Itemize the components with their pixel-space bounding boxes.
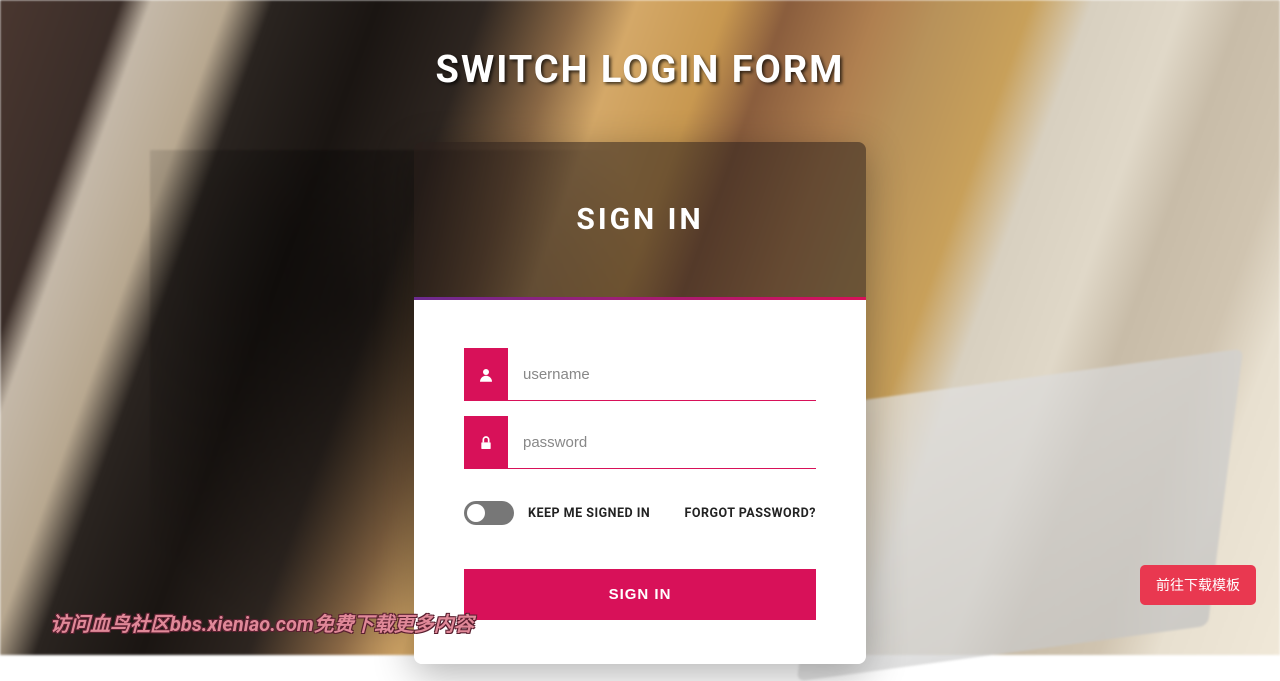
watermark-text: 访问血鸟社区bbs.xieniao.com免费下载更多内容 [50,608,474,637]
card-body: KEEP ME SIGNED IN FORGOT PASSWORD? SIGN … [414,300,866,664]
keep-signed-label: KEEP ME SIGNED IN [528,506,650,521]
password-group [464,416,816,469]
password-input[interactable] [508,416,816,469]
lock-icon [464,416,508,469]
page-title: SWITCH LOGIN FORM [436,48,845,92]
sign-in-button[interactable]: SIGN IN [464,569,816,620]
keep-signed-group: KEEP ME SIGNED IN [464,501,650,525]
username-group [464,348,816,401]
keep-signed-toggle[interactable] [464,501,514,525]
options-row: KEEP ME SIGNED IN FORGOT PASSWORD? [464,501,816,525]
login-card: SIGN IN KEEP ME [414,142,866,664]
card-header-title: SIGN IN [576,202,703,237]
username-input[interactable] [508,348,816,401]
forgot-password-link[interactable]: FORGOT PASSWORD? [685,506,817,521]
card-header: SIGN IN [414,142,866,300]
download-template-button[interactable]: 前往下载模板 [1140,565,1256,605]
user-icon [464,348,508,401]
